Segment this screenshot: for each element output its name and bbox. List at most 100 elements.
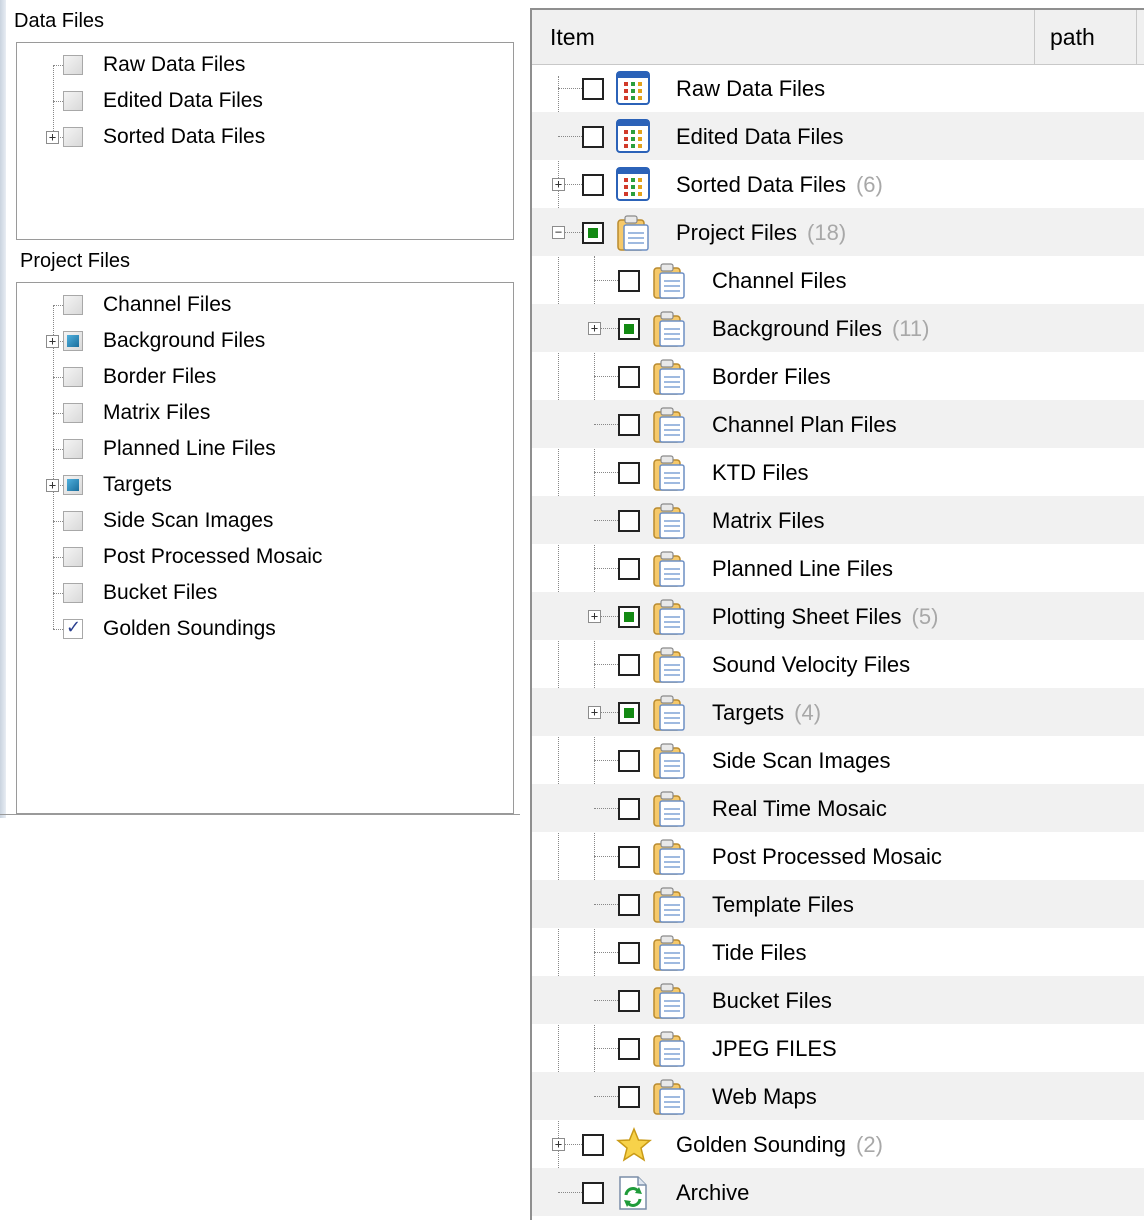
tree-row[interactable]: Archive	[532, 1168, 1144, 1216]
tree-item[interactable]: Side Scan Images	[17, 503, 513, 539]
tree-row[interactable]: JPEG FILES	[532, 1024, 1144, 1072]
item-count: (18)	[807, 220, 847, 245]
column-header-item[interactable]: Item	[550, 24, 595, 51]
item-checkbox[interactable]	[618, 798, 640, 820]
tree-row[interactable]: Tide Files	[532, 928, 1144, 976]
tree-item[interactable]: Border Files	[17, 359, 513, 395]
item-checkbox[interactable]	[582, 78, 604, 100]
tree-item-label: Border Files	[712, 364, 831, 390]
item-checkbox[interactable]	[582, 174, 604, 196]
item-checkbox[interactable]	[63, 439, 83, 459]
tree-row[interactable]: Channel Files	[532, 256, 1144, 304]
tree-row[interactable]: KTD Files	[532, 448, 1144, 496]
item-checkbox[interactable]	[618, 702, 640, 724]
tree-item[interactable]: + Background Files	[17, 323, 513, 359]
item-checkbox[interactable]	[618, 510, 640, 532]
tree-item[interactable]: Raw Data Files	[17, 47, 513, 83]
tree-item[interactable]: Edited Data Files	[17, 83, 513, 119]
item-checkbox[interactable]	[63, 331, 83, 351]
item-checkbox[interactable]	[618, 558, 640, 580]
tree-item[interactable]: Bucket Files	[17, 575, 513, 611]
tree-row[interactable]: Web Maps	[532, 1072, 1144, 1120]
tree-connector	[594, 904, 618, 905]
item-checkbox[interactable]	[618, 1038, 640, 1060]
item-checkbox[interactable]	[63, 367, 83, 387]
tree-row[interactable]: + Targets (4)	[532, 688, 1144, 736]
item-checkbox[interactable]	[618, 318, 640, 340]
tree-row[interactable]: Border Files	[532, 352, 1144, 400]
item-checkbox[interactable]	[63, 55, 83, 75]
item-checkbox[interactable]	[618, 270, 640, 292]
tree-item[interactable]: Planned Line Files	[17, 431, 513, 467]
tree-row[interactable]: Side Scan Images	[532, 736, 1144, 784]
clipboard-icon	[652, 455, 686, 491]
item-checkbox[interactable]	[582, 222, 604, 244]
column-separator[interactable]	[1136, 10, 1137, 64]
item-checkbox[interactable]	[582, 1182, 604, 1204]
tree-item[interactable]: + Sorted Data Files	[17, 119, 513, 155]
item-checkbox[interactable]	[618, 462, 640, 484]
tree-row[interactable]: Sound Velocity Files	[532, 640, 1144, 688]
item-checkbox[interactable]	[63, 475, 83, 495]
expand-toggle[interactable]: +	[588, 706, 601, 719]
tree-row[interactable]: Raw Data Files	[532, 64, 1144, 112]
tree-connector	[53, 629, 63, 630]
tree-item[interactable]: + Targets	[17, 467, 513, 503]
item-checkbox[interactable]	[582, 1134, 604, 1156]
data-files-title: Data Files	[14, 10, 105, 32]
tree-row[interactable]: Real Time Mosaic	[532, 784, 1144, 832]
item-checkbox[interactable]	[618, 366, 640, 388]
item-checkbox[interactable]	[618, 1086, 640, 1108]
item-checkbox[interactable]	[618, 894, 640, 916]
tree-item-label: Channel Files	[103, 293, 232, 316]
expand-toggle[interactable]: +	[46, 131, 59, 144]
tree-row[interactable]: Template Files	[532, 880, 1144, 928]
tree-row[interactable]: − Project Files (18)	[532, 208, 1144, 256]
tree-item[interactable]: Golden Soundings	[17, 611, 513, 647]
tree-item[interactable]: Channel Files	[17, 287, 513, 323]
left-panel: Data Files Raw Data Files Edited Data Fil…	[0, 0, 520, 820]
tree-row[interactable]: Post Processed Mosaic	[532, 832, 1144, 880]
expand-toggle[interactable]: +	[46, 335, 59, 348]
column-separator[interactable]	[1034, 10, 1035, 64]
column-header-path[interactable]: path	[1050, 24, 1095, 51]
tree-row[interactable]: Planned Line Files	[532, 544, 1144, 592]
item-checkbox[interactable]	[63, 547, 83, 567]
expand-toggle[interactable]: +	[46, 479, 59, 492]
item-checkbox[interactable]	[63, 583, 83, 603]
tree-row[interactable]: + Background Files (11)	[532, 304, 1144, 352]
item-checkbox[interactable]	[618, 846, 640, 868]
tree-item-label: Edited Data Files	[103, 89, 263, 112]
item-checkbox[interactable]	[618, 990, 640, 1012]
item-checkbox[interactable]	[63, 127, 83, 147]
item-checkbox[interactable]	[63, 91, 83, 111]
item-checkbox[interactable]	[618, 606, 640, 628]
item-checkbox[interactable]	[63, 403, 83, 423]
tree-row[interactable]: Bucket Files	[532, 976, 1144, 1024]
item-checkbox[interactable]	[618, 750, 640, 772]
expand-toggle[interactable]: +	[588, 322, 601, 335]
item-checkbox[interactable]	[618, 414, 640, 436]
collapse-toggle[interactable]: −	[552, 226, 565, 239]
tree-row[interactable]: + Golden Sounding (2)	[532, 1120, 1144, 1168]
item-checkbox[interactable]	[63, 617, 83, 639]
item-checkbox[interactable]	[63, 511, 83, 531]
item-name: Border Files	[712, 364, 831, 389]
tree-item[interactable]: Matrix Files	[17, 395, 513, 431]
tree-row[interactable]: + Plotting Sheet Files (5)	[532, 592, 1144, 640]
item-checkbox[interactable]	[618, 654, 640, 676]
tree-row[interactable]: Channel Plan Files	[532, 400, 1144, 448]
item-checkbox[interactable]	[582, 126, 604, 148]
tree-item[interactable]: Post Processed Mosaic	[17, 539, 513, 575]
item-checkbox[interactable]	[63, 295, 83, 315]
item-checkbox[interactable]	[618, 942, 640, 964]
expand-toggle[interactable]: +	[588, 610, 601, 623]
expand-toggle[interactable]: +	[552, 1138, 565, 1151]
expand-toggle[interactable]: +	[552, 178, 565, 191]
tree-connector	[594, 952, 618, 953]
tree-row[interactable]: + Sorted Data Files (6)	[532, 160, 1144, 208]
tree-row[interactable]: Edited Data Files	[532, 112, 1144, 160]
tree-item-label: Real Time Mosaic	[712, 796, 887, 822]
tree-row[interactable]: Matrix Files	[532, 496, 1144, 544]
project-files-tree: Channel Files + Background Files Border Fil…	[16, 282, 514, 814]
